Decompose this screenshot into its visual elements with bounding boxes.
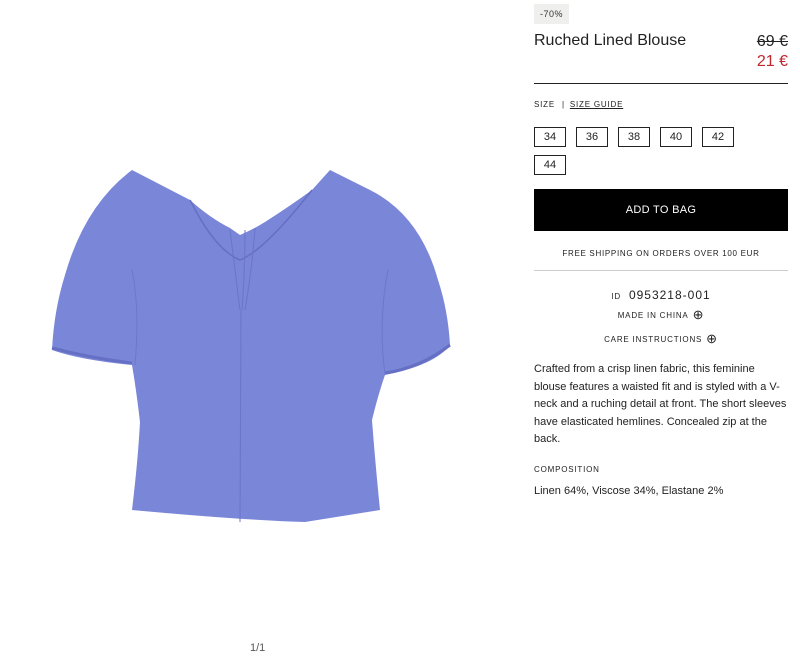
size-separator: | [561, 100, 565, 109]
size-label: SIZE [534, 100, 555, 109]
size-option-42[interactable]: 42 [702, 127, 734, 147]
blouse-shape [52, 170, 450, 522]
made-in-toggle[interactable]: MADE IN CHINA ⊕ [534, 307, 788, 322]
size-options: 34 36 38 40 42 44 [534, 127, 754, 183]
care-instructions-toggle[interactable]: CARE INSTRUCTIONS ⊕ [534, 331, 788, 346]
size-option-40[interactable]: 40 [660, 127, 692, 147]
discount-badge: -70% [534, 4, 570, 24]
size-option-38[interactable]: 38 [618, 127, 650, 147]
size-option-34[interactable]: 34 [534, 127, 566, 147]
product-gallery: 1/1 [0, 0, 520, 656]
image-pager: 1/1 [250, 642, 266, 654]
sale-price: 21 € [756, 53, 788, 70]
size-guide-link[interactable]: SIZE GUIDE [570, 100, 623, 109]
old-price: 69 € [756, 33, 788, 50]
plus-circle-icon: ⊕ [692, 307, 705, 322]
care-instructions-label: CARE INSTRUCTIONS [604, 334, 703, 344]
composition-label: COMPOSITION [534, 465, 600, 474]
article-id-value: 0953218-001 [628, 288, 711, 302]
size-option-36[interactable]: 36 [576, 127, 608, 147]
product-image[interactable] [40, 160, 460, 530]
article-id: ID 0953218-001 [534, 288, 788, 302]
add-to-bag-button[interactable]: ADD TO BAG [534, 189, 788, 231]
shipping-notice: FREE SHIPPING ON ORDERS OVER 100 EUR [562, 249, 760, 258]
product-description: Crafted from a crisp linen fabric, this … [534, 363, 787, 445]
divider [534, 83, 788, 84]
size-option-44[interactable]: 44 [534, 155, 566, 175]
article-id-label: ID [611, 292, 621, 301]
divider [534, 270, 788, 271]
size-header: SIZE | SIZE GUIDE [534, 100, 623, 109]
composition-value: Linen 64%, Viscose 34%, Elastane 2% [534, 485, 724, 497]
made-in-label: MADE IN CHINA [617, 310, 689, 320]
plus-circle-icon: ⊕ [706, 331, 718, 346]
product-title: Ruched Lined Blouse [534, 32, 687, 49]
